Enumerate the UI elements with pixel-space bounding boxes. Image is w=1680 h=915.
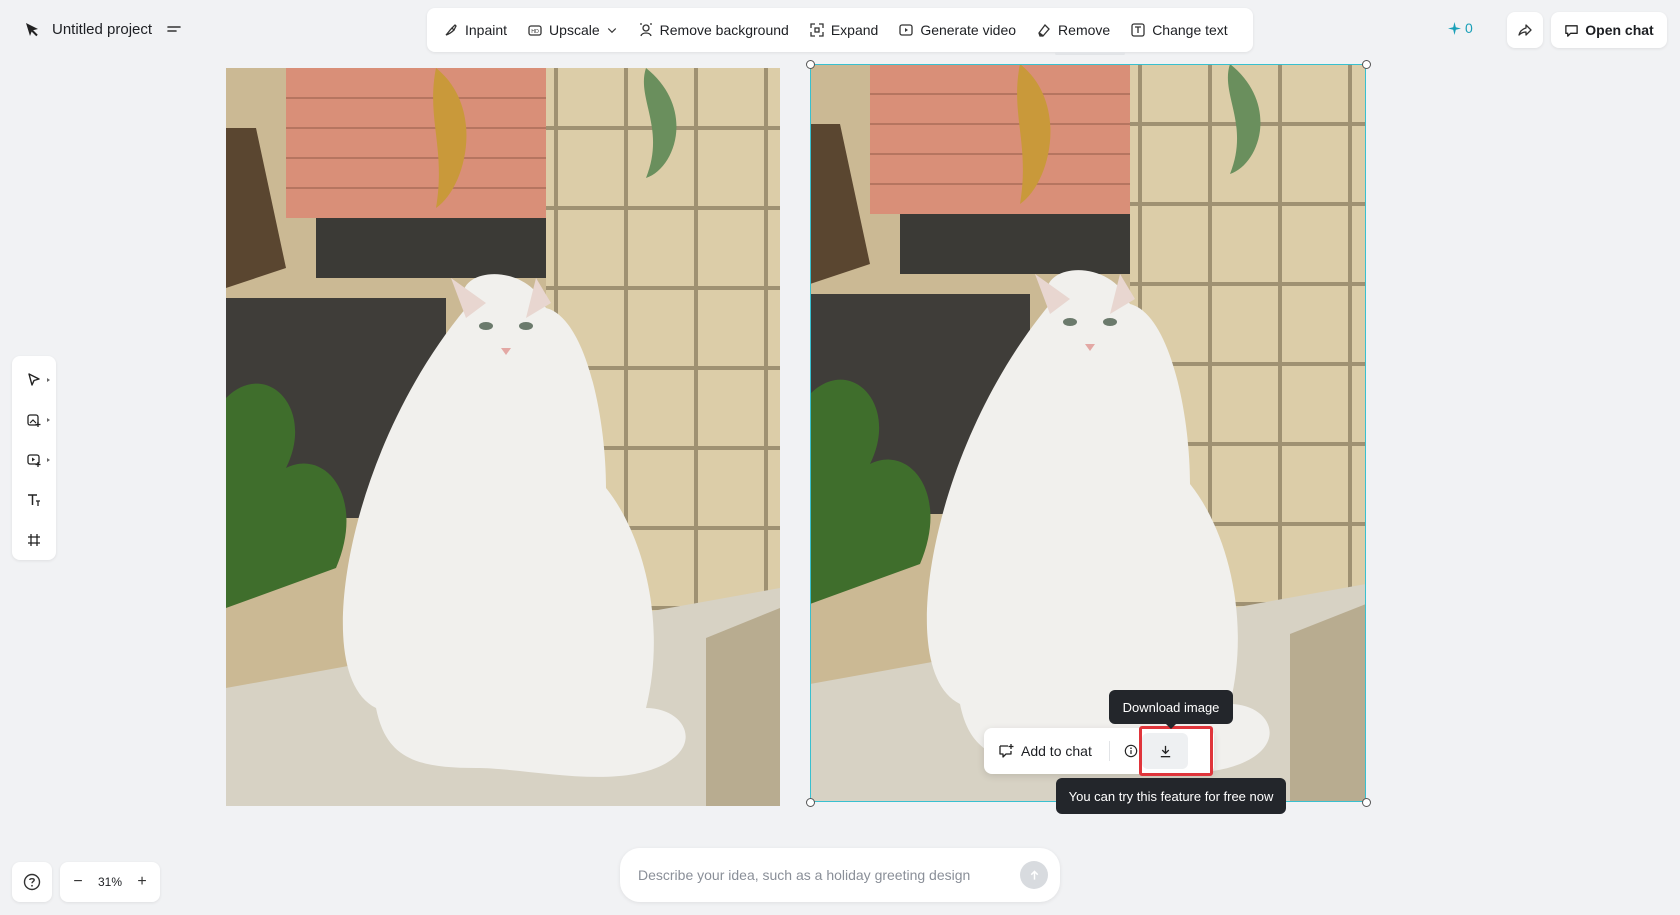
inpaint-label: Inpaint (465, 22, 508, 38)
chat-bubble-icon (1565, 24, 1579, 37)
eraser-icon (1038, 24, 1050, 37)
send-button[interactable] (1020, 861, 1048, 889)
download-tooltip: Download image (1109, 690, 1233, 729)
resize-handle-top-right[interactable] (1362, 60, 1371, 69)
credits-indicator[interactable]: 0 (1448, 20, 1473, 36)
remove-background-label: Remove background (659, 22, 789, 38)
zoom-in-button[interactable]: + (132, 872, 152, 892)
add-chat-icon (999, 744, 1014, 758)
add-image-tool[interactable] (18, 406, 50, 434)
help-button[interactable] (12, 862, 52, 902)
divider (1108, 741, 1110, 761)
left-tool-rail (12, 356, 56, 560)
change-text-button[interactable]: Change text (1120, 14, 1238, 46)
frame-tool-icon (28, 534, 40, 546)
top-toolbar: Inpaint HD Upscale Remove background Exp… (427, 8, 1253, 52)
zoom-control: − 31% + (60, 862, 160, 902)
generate-video-label: Generate video (920, 22, 1017, 38)
expand-label: Expand (830, 22, 879, 38)
share-icon (1518, 24, 1532, 36)
upscale-label: Upscale (549, 22, 600, 38)
add-image-icon (27, 414, 41, 427)
text-box-icon (1131, 23, 1145, 37)
open-chat-button[interactable]: Open chat (1551, 12, 1667, 48)
zoom-out-button[interactable]: − (68, 872, 88, 892)
chevron-down-icon (607, 28, 616, 34)
free-feature-tooltip: You can try this feature for free now (1056, 778, 1286, 814)
change-text-label: Change text (1152, 22, 1228, 38)
expand-button[interactable]: Expand (799, 14, 888, 46)
help-icon (23, 873, 41, 891)
toolbar-drag-indicator (1055, 52, 1125, 55)
add-video-icon (27, 454, 41, 467)
selection-frame (810, 64, 1366, 802)
generate-video-button[interactable]: Generate video (888, 14, 1026, 46)
resize-handle-bottom-left[interactable] (806, 798, 815, 807)
upscale-button[interactable]: HD Upscale (517, 14, 628, 46)
arrow-up-icon (1030, 869, 1038, 880)
inpaint-button[interactable]: Inpaint (433, 14, 517, 46)
zoom-level[interactable]: 31% (98, 875, 122, 889)
remove-button[interactable]: Remove (1026, 14, 1120, 46)
resize-handle-bottom-right[interactable] (1362, 798, 1371, 807)
remove-background-button[interactable]: Remove background (628, 14, 799, 46)
prompt-input[interactable] (636, 866, 1020, 884)
project-menu-icon[interactable] (166, 22, 182, 38)
upscale-icon: HD (528, 25, 542, 36)
info-icon (1124, 744, 1138, 758)
text-tool-icon (28, 494, 40, 506)
remove-label: Remove (1058, 22, 1111, 38)
app-logo-icon[interactable] (22, 20, 42, 40)
resize-handle-top-left[interactable] (806, 60, 815, 69)
text-tool[interactable] (18, 486, 50, 514)
download-highlight-box (1139, 726, 1213, 776)
expand-icon (810, 23, 824, 37)
frame-tool[interactable] (18, 526, 50, 554)
share-button[interactable] (1507, 12, 1543, 48)
inpaint-icon (445, 24, 457, 36)
prompt-bar (620, 848, 1060, 902)
open-chat-label: Open chat (1585, 22, 1654, 38)
svg-text:HD: HD (531, 29, 539, 35)
sparkle-icon (1448, 21, 1461, 35)
project-title[interactable]: Untitled project (52, 21, 152, 38)
select-tool[interactable] (18, 366, 50, 394)
image-info-button[interactable] (1122, 742, 1140, 760)
add-to-chat-label: Add to chat (1021, 743, 1092, 759)
credits-count: 0 (1465, 20, 1473, 36)
canvas-image-original[interactable] (226, 68, 780, 806)
select-icon (28, 373, 40, 386)
add-to-chat-button[interactable]: Add to chat (998, 743, 1092, 759)
video-icon (899, 24, 913, 36)
add-video-tool[interactable] (18, 446, 50, 474)
remove-background-icon (639, 23, 652, 37)
